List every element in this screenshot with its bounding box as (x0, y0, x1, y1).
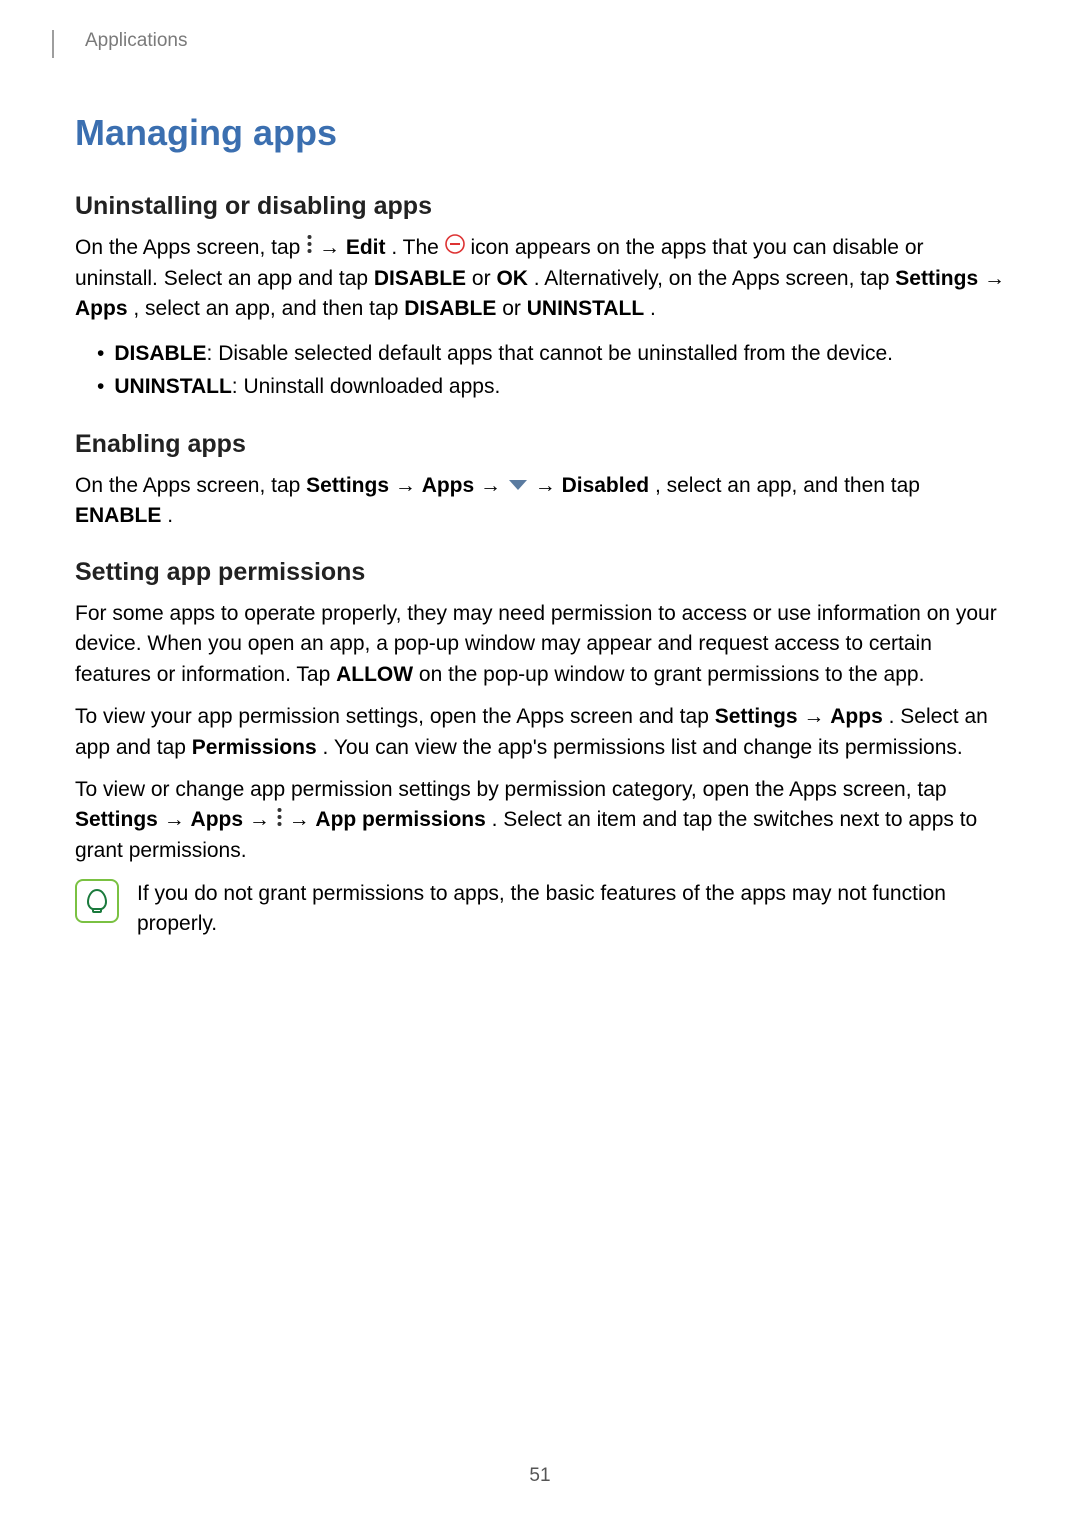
subhead-permissions: Setting app permissions (75, 558, 1005, 587)
apps-label: Apps (422, 474, 475, 497)
text: → (535, 474, 562, 497)
text: → (249, 808, 276, 831)
bullet-dot: • (97, 370, 104, 404)
note-text: If you do not grant permissions to apps,… (137, 879, 1005, 940)
more-options-icon (276, 806, 283, 836)
para-uninstall: On the Apps screen, tap → Edit . The ico… (75, 233, 1005, 325)
text: To view or change app permission setting… (75, 778, 947, 801)
app-permissions-label: App permissions (315, 808, 485, 831)
text: → (480, 474, 507, 497)
list-item: • DISABLE: Disable selected default apps… (97, 337, 1005, 371)
list-item: • UNINSTALL: Uninstall downloaded apps. (97, 370, 1005, 404)
text: → (803, 705, 830, 728)
dropdown-arrow-icon (507, 471, 529, 501)
text: → (319, 236, 346, 259)
text: . (167, 504, 173, 527)
disabled-label: Disabled (562, 474, 650, 497)
text: . The (391, 236, 444, 259)
enable-label: ENABLE (75, 504, 161, 527)
text: To view your app permission settings, op… (75, 705, 715, 728)
note-callout: If you do not grant permissions to apps,… (75, 879, 1005, 940)
text: → (984, 267, 1005, 290)
settings-label: Settings (75, 808, 158, 831)
header-divider (52, 30, 54, 58)
note-icon (75, 879, 119, 923)
text: On the Apps screen, tap (75, 236, 306, 259)
text: → (395, 474, 422, 497)
settings-label: Settings (715, 705, 798, 728)
para-perm-3: To view or change app permission setting… (75, 775, 1005, 867)
apps-label: Apps (830, 705, 883, 728)
text: On the Apps screen, tap (75, 474, 306, 497)
text: . You can view the app's permissions lis… (323, 736, 963, 759)
para-perm-2: To view your app permission settings, op… (75, 702, 1005, 763)
text: or (472, 267, 497, 290)
text: . (650, 297, 656, 320)
bullet-bold: DISABLE (114, 342, 206, 365)
disable-label-2: DISABLE (404, 297, 496, 320)
subhead-enabling: Enabling apps (75, 430, 1005, 459)
bullet-text: : Uninstall downloaded apps. (232, 375, 501, 398)
subhead-uninstall: Uninstalling or disabling apps (75, 192, 1005, 221)
text: → (164, 808, 191, 831)
text: . Alternatively, on the Apps screen, tap (534, 267, 896, 290)
text: , select an app, and then tap (655, 474, 920, 497)
page-number: 51 (0, 1465, 1080, 1487)
page-title: Managing apps (75, 112, 1005, 154)
text: → (289, 808, 316, 831)
settings-label: Settings (306, 474, 389, 497)
remove-badge-icon (445, 233, 465, 263)
bullet-bold: UNINSTALL (114, 375, 231, 398)
para-perm-1: For some apps to operate properly, they … (75, 599, 1005, 690)
apps-label: Apps (75, 297, 128, 320)
settings-label: Settings (895, 267, 978, 290)
section-label: Applications (85, 30, 1005, 52)
allow-label: ALLOW (336, 663, 413, 686)
text: or (502, 297, 527, 320)
bullet-text: : Disable selected default apps that can… (207, 342, 893, 365)
text: on the pop-up window to grant permission… (419, 663, 924, 686)
para-enabling: On the Apps screen, tap Settings → Apps … (75, 471, 1005, 532)
uninstall-label: UNINSTALL (527, 297, 644, 320)
ok-label: OK (496, 267, 528, 290)
disable-label: DISABLE (374, 267, 466, 290)
bullet-list: • DISABLE: Disable selected default apps… (97, 337, 1005, 404)
apps-label: Apps (191, 808, 244, 831)
edit-label: Edit (346, 236, 386, 259)
permissions-label: Permissions (192, 736, 317, 759)
bullet-dot: • (97, 337, 104, 371)
text: , select an app, and then tap (133, 297, 404, 320)
more-options-icon (306, 233, 313, 263)
